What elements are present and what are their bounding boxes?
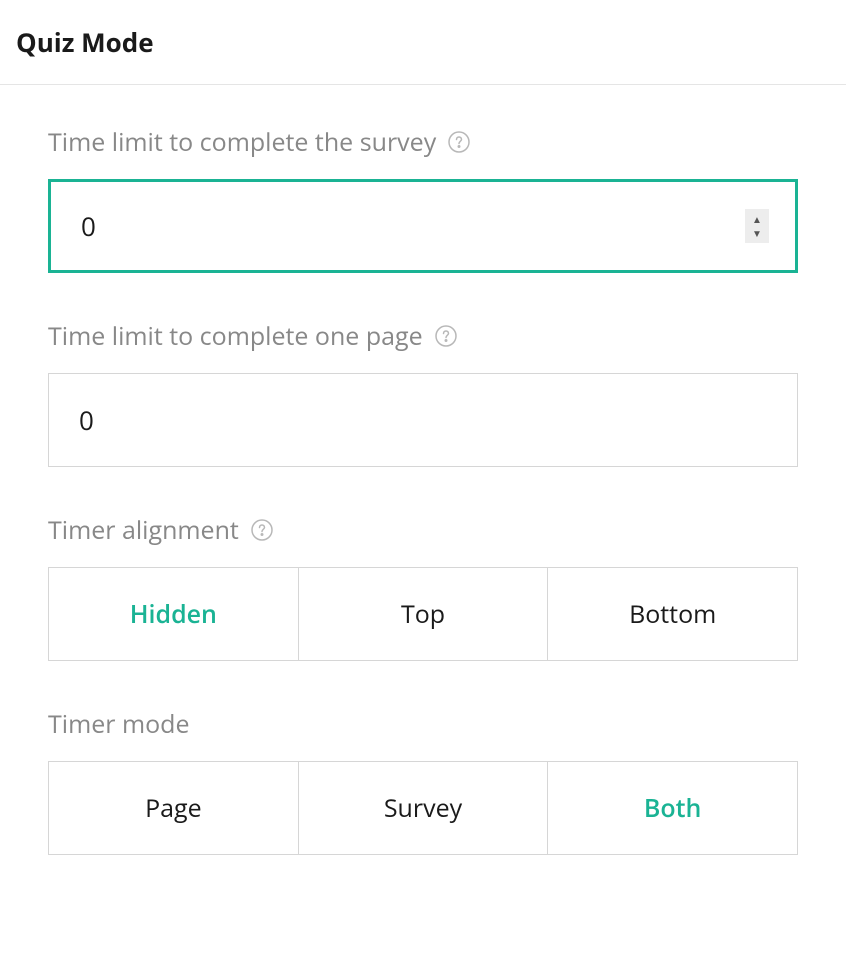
field-label-row: Time limit to complete one page [48,319,798,353]
field-timer-alignment: Timer alignment Hidden Top Bottom [48,513,798,661]
field-label-row: Timer mode [48,707,798,741]
timer-mode-page-button[interactable]: Page [48,761,299,855]
field-survey-time-limit: Time limit to complete the survey ▲ ▼ [48,125,798,273]
timer-alignment-label: Timer alignment [48,513,239,547]
timer-mode-survey-button[interactable]: Survey [299,761,549,855]
field-label-row: Timer alignment [48,513,798,547]
spinner-down-icon[interactable]: ▼ [752,226,762,240]
field-timer-mode: Timer mode Page Survey Both [48,707,798,855]
survey-time-limit-label: Time limit to complete the survey [48,125,436,159]
spinner-up-icon[interactable]: ▲ [752,212,762,226]
timer-mode-label: Timer mode [48,707,190,741]
page-time-limit-label: Time limit to complete one page [48,319,423,353]
page-time-limit-input[interactable] [79,402,767,438]
section-header: Quiz Mode [0,0,846,85]
timer-alignment-button-group: Hidden Top Bottom [48,567,798,661]
timer-alignment-hidden-button[interactable]: Hidden [48,567,299,661]
timer-mode-button-group: Page Survey Both [48,761,798,855]
spinner-controls: ▲ ▼ [745,209,769,243]
field-page-time-limit: Time limit to complete one page [48,319,798,467]
help-icon[interactable] [435,325,457,347]
timer-alignment-bottom-button[interactable]: Bottom [548,567,798,661]
survey-time-limit-input-wrapper: ▲ ▼ [48,179,798,273]
content-area: Time limit to complete the survey ▲ ▼ Ti… [0,85,846,941]
timer-alignment-top-button[interactable]: Top [299,567,549,661]
field-label-row: Time limit to complete the survey [48,125,798,159]
survey-time-limit-input[interactable] [81,208,765,244]
timer-mode-both-button[interactable]: Both [548,761,798,855]
help-icon[interactable] [448,131,470,153]
help-icon[interactable] [251,519,273,541]
section-title: Quiz Mode [16,24,830,60]
page-time-limit-input-wrapper [48,373,798,467]
